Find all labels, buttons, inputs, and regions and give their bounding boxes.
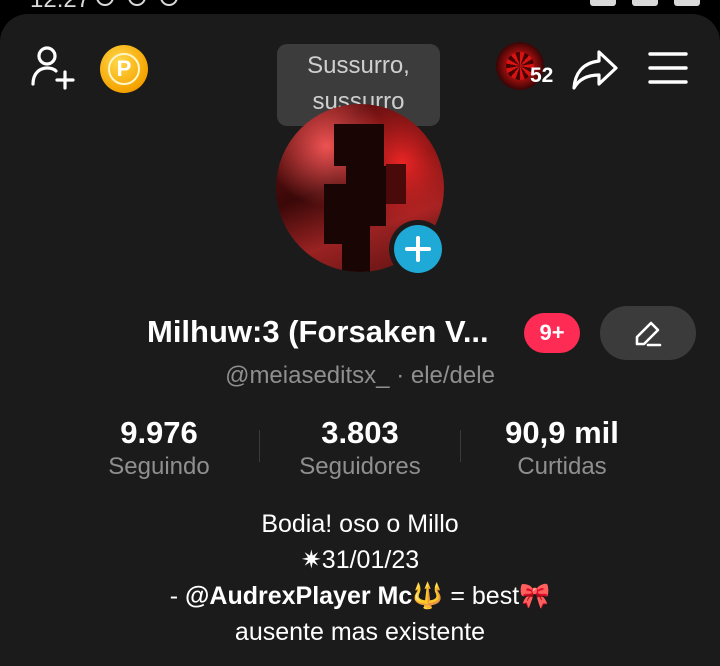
- notification-icon: [160, 0, 178, 6]
- coin-icon: P: [108, 53, 140, 85]
- notification-icon: [128, 0, 146, 6]
- signal-icon: [590, 0, 616, 6]
- menu-button[interactable]: [646, 46, 690, 90]
- avatar-pixel: [334, 124, 384, 166]
- status-bar: 12:27: [0, 0, 720, 14]
- share-button[interactable]: [569, 44, 621, 96]
- hamburger-menu-icon: [648, 52, 688, 84]
- avatar-pixel: [342, 224, 370, 272]
- pencil-icon: [635, 321, 662, 347]
- stat-following-value: 9.976: [120, 415, 198, 450]
- stat-likes[interactable]: 90,9 mil Curtidas: [487, 414, 637, 482]
- stat-likes-value: 90,9 mil: [505, 415, 619, 450]
- bio-line-2: ✷31/01/23: [300, 546, 420, 574]
- person-add-icon: [31, 46, 75, 90]
- notification-icon: [96, 0, 114, 6]
- bio-line-3-prefix: -: [169, 582, 186, 610]
- bio-line-3: - @AudrexPlayer Mc🔱 = best🎀: [0, 578, 720, 614]
- profile-handle: @meiaseditsx_: [225, 362, 390, 389]
- stat-divider: [259, 430, 260, 462]
- stat-followers-value: 3.803: [321, 415, 399, 450]
- avatar-pixel: [386, 164, 406, 204]
- stat-following[interactable]: 9.976 Seguindo: [89, 414, 229, 482]
- add-avatar-button[interactable]: [389, 220, 447, 278]
- bio-line-1: Bodia! oso o Millo: [261, 510, 459, 538]
- visitor-count: 52: [530, 64, 554, 87]
- notification-badge[interactable]: 9+: [524, 313, 580, 353]
- bio-mention-link[interactable]: @AudrexPlayer Mc🔱: [185, 582, 443, 610]
- plus-icon: [405, 236, 431, 262]
- stat-following-label: Seguindo: [108, 453, 210, 480]
- battery-icon: [674, 0, 700, 6]
- bio-line-4: ausente mas existente: [234, 618, 486, 646]
- profile-handle-row: @meiaseditsx_ · ele/dele: [0, 362, 720, 390]
- profile-name: Milhuw:3 (Forsaken V...: [147, 314, 489, 349]
- status-system-icons: [590, 0, 700, 6]
- whisper-line-1: Sussurro,: [307, 52, 410, 79]
- status-notification-icons: [96, 0, 178, 6]
- bio-line-3-suffix: = best🎀: [443, 582, 551, 610]
- share-arrow-icon: [572, 50, 618, 90]
- add-friend-button[interactable]: [28, 42, 78, 92]
- coins-button[interactable]: P: [100, 45, 148, 93]
- profile-stats: 9.976 Seguindo 3.803 Seguidores 90,9 mil…: [0, 414, 720, 484]
- stat-followers-label: Seguidores: [299, 453, 421, 480]
- stat-followers[interactable]: 3.803 Seguidores: [280, 414, 440, 482]
- stat-likes-label: Curtidas: [517, 453, 607, 480]
- stat-divider: [460, 430, 461, 462]
- edit-profile-button[interactable]: [600, 306, 696, 360]
- avatar-pixel: [346, 166, 386, 226]
- profile-bio: Bodia! oso o Millo ✷31/01/23 - @AudrexPl…: [0, 506, 720, 650]
- profile-pronouns: · ele/dele: [396, 362, 495, 389]
- wifi-icon: [632, 0, 658, 6]
- status-time: 12:27: [30, 0, 90, 14]
